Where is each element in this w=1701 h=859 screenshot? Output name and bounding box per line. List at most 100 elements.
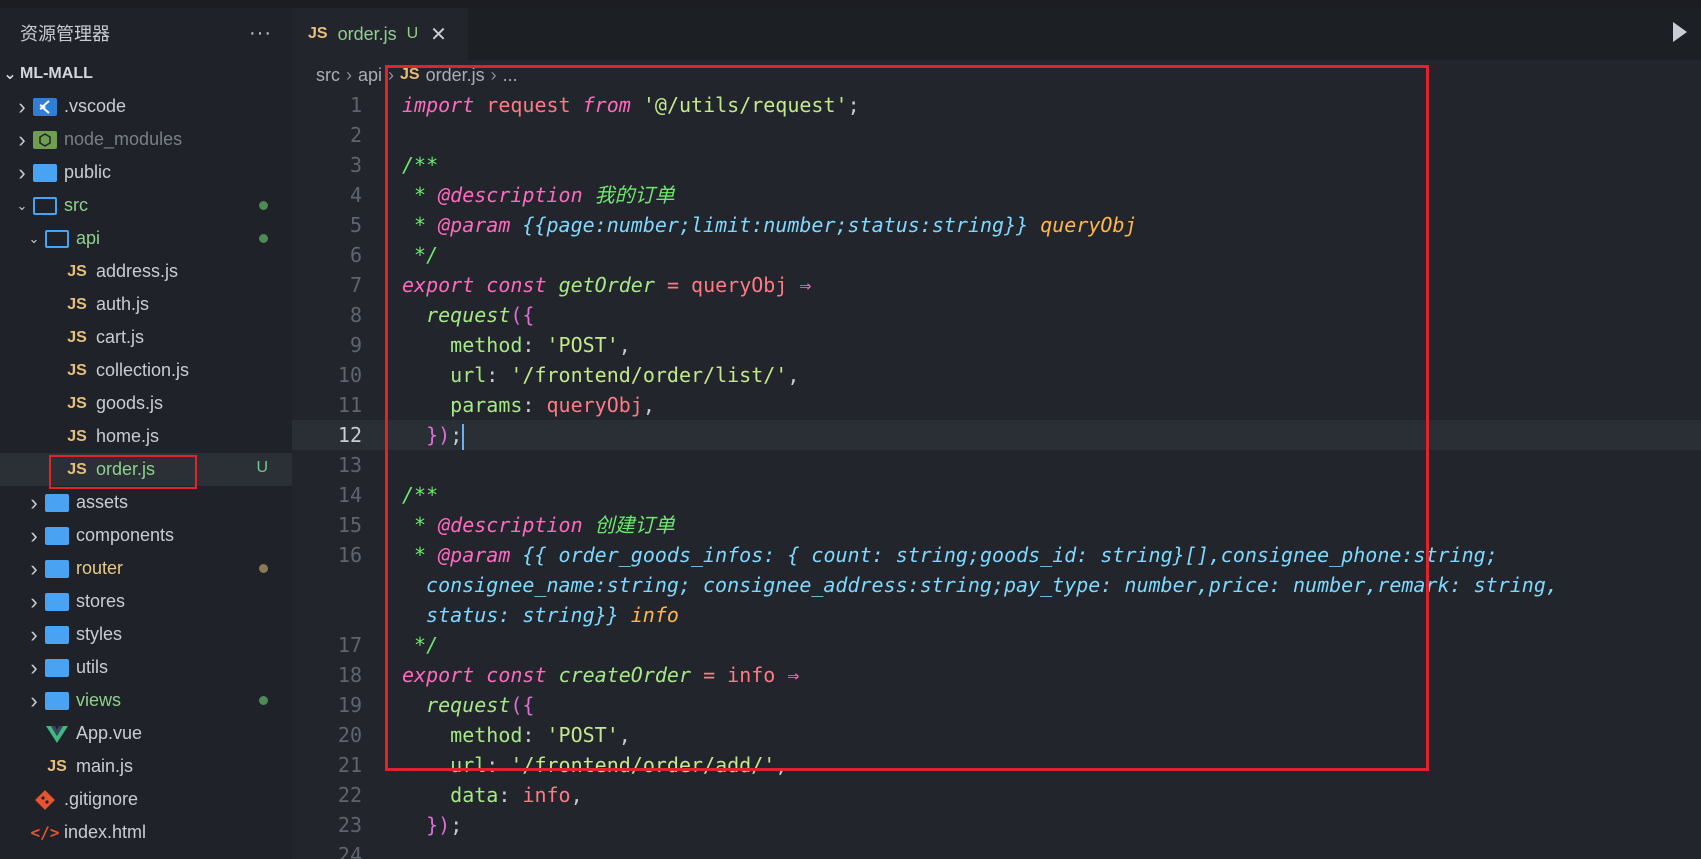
tree-item-stores[interactable]: › stores <box>0 585 292 618</box>
tree-item-index-html[interactable]: </> index.html <box>0 816 292 849</box>
code-text: * @param {{page:number;limit:number;stat… <box>402 210 1137 240</box>
tree-item-label: main.js <box>76 756 134 776</box>
code-line[interactable]: 7 export const getOrder = queryObj ⇒ <box>292 270 1701 300</box>
code-line[interactable]: 5 * @param {{page:number;limit:number;st… <box>292 210 1701 240</box>
tree-item-assets[interactable]: › assets <box>0 486 292 519</box>
breadcrumb-file[interactable]: order.js <box>426 65 485 86</box>
tree-item-api[interactable]: ⌄ api <box>0 222 292 255</box>
tree-item-components[interactable]: › components <box>0 519 292 552</box>
code-line[interactable]: 20 method: 'POST', <box>292 720 1701 750</box>
tree-item-home-js[interactable]: JS home.js <box>0 420 292 453</box>
tree-item-label: utils <box>76 657 109 677</box>
tree-item-utils[interactable]: › utils <box>0 651 292 684</box>
tree-item-node-modules[interactable]: › node_modules <box>0 123 292 156</box>
tree-item-cart-js[interactable]: JS cart.js <box>0 321 292 354</box>
line-number: 6 <box>349 243 362 267</box>
tree-item-public[interactable]: › public <box>0 156 292 189</box>
tree-item-styles[interactable]: › styles <box>0 618 292 651</box>
chevron-down-icon: ⌄ <box>3 66 17 83</box>
code-token: @param <box>438 543 511 567</box>
tree-item-label: styles <box>76 624 123 644</box>
code-text: }); <box>402 420 465 450</box>
chevron-right-icon: › <box>18 126 26 152</box>
line-number: 10 <box>337 363 362 387</box>
file-tree: › .vscode › node_modules › public ⌄ src ⌄ api JS ad… <box>0 90 292 849</box>
tree-item-address-js[interactable]: JS address.js <box>0 255 292 288</box>
tree-item-order-js[interactable]: JS order.js U <box>0 453 292 486</box>
text-cursor <box>462 423 465 450</box>
code-line[interactable]: 19 request({ <box>292 690 1701 720</box>
tree-item-goods-js[interactable]: JS goods.js <box>0 387 292 420</box>
tree-item-collection-js[interactable]: JS collection.js <box>0 354 292 387</box>
line-number: 20 <box>337 723 362 747</box>
code-line[interactable]: 1 import request from '@/utils/request'; <box>292 90 1701 120</box>
workspace-root[interactable]: ⌄ ML-MALL <box>0 58 292 90</box>
code-line[interactable]: 4 * @description 我的订单 <box>292 180 1701 210</box>
code-line[interactable]: 9 method: 'POST', <box>292 330 1701 360</box>
untracked-badge: U <box>406 25 419 42</box>
code-line[interactable]: 6 */ <box>292 240 1701 270</box>
tree-item-auth-js[interactable]: JS auth.js <box>0 288 292 321</box>
folder-icon <box>44 624 70 646</box>
tab-order-js[interactable]: JS order.js U ✕ <box>292 8 468 60</box>
code-line[interactable]: 14 /** <box>292 480 1701 510</box>
code-line[interactable]: 22 data: info, <box>292 780 1701 810</box>
tree-item-app-vue[interactable]: App.vue <box>0 717 292 750</box>
run-icon[interactable] <box>1673 22 1687 42</box>
code-token: from <box>582 93 631 117</box>
code-line[interactable]: 13 <box>292 450 1701 480</box>
code-text: }); <box>402 810 462 840</box>
code-text: * @description 我的订单 <box>402 180 675 210</box>
breadcrumb-symbol[interactable]: ... <box>503 65 518 86</box>
close-icon[interactable]: ✕ <box>430 22 447 47</box>
code-token: info <box>522 783 571 807</box>
tree-item-label: .vscode <box>64 96 127 116</box>
code-line[interactable]: 12 }); <box>292 420 1701 450</box>
tree-item-src[interactable]: ⌄ src <box>0 189 292 222</box>
code-token: ; <box>847 93 860 117</box>
code-text: url: '/frontend/order/add/', <box>402 750 787 780</box>
code-line[interactable]: consignee_name:string; consignee_address… <box>292 570 1701 600</box>
tree-item-vscode[interactable]: › .vscode <box>0 90 292 123</box>
tree-item-views[interactable]: › views <box>0 684 292 717</box>
code-editor[interactable]: 1 import request from '@/utils/request'; 2… <box>292 90 1701 859</box>
code-token: request <box>486 93 571 117</box>
line-number: 24 <box>337 843 362 859</box>
code-line[interactable]: 18 export const createOrder = info ⇒ <box>292 660 1701 690</box>
explorer-header: 资源管理器 ··· <box>0 8 292 58</box>
code-line[interactable]: 15 * @description 创建订单 <box>292 510 1701 540</box>
code-line[interactable]: 10 url: '/frontend/order/list/', <box>292 360 1701 390</box>
code-line[interactable]: 2 <box>292 120 1701 150</box>
code-token: '/frontend/order/list/' <box>510 363 788 387</box>
folder-icon <box>44 525 70 547</box>
chevron-right-icon: › <box>388 64 395 85</box>
js-icon: JS <box>67 394 87 412</box>
more-actions-icon[interactable]: ··· <box>249 22 272 45</box>
git-status-dot <box>259 234 268 243</box>
breadcrumb-api[interactable]: api <box>358 65 382 86</box>
code-line[interactable]: 11 params: queryObj, <box>292 390 1701 420</box>
code-line[interactable]: 21 url: '/frontend/order/add/', <box>292 750 1701 780</box>
breadcrumb-src[interactable]: src <box>316 65 340 86</box>
code-token: params <box>450 393 523 417</box>
code-token: ; <box>450 423 463 447</box>
code-token: @description <box>438 183 583 207</box>
tree-item-gitignore[interactable]: .gitignore <box>0 783 292 816</box>
tree-item-router[interactable]: › router <box>0 552 292 585</box>
code-line[interactable]: status: string}} info <box>292 600 1701 630</box>
chevron-right-icon: › <box>30 555 38 581</box>
code-line[interactable]: 17 */ <box>292 630 1701 660</box>
code-line[interactable]: 16 * @param {{ order_goods_infos: { coun… <box>292 540 1701 570</box>
code-line[interactable]: 3 /** <box>292 150 1701 180</box>
code-line[interactable]: 8 request({ <box>292 300 1701 330</box>
code-line[interactable]: 23 }); <box>292 810 1701 840</box>
tree-item-main-js[interactable]: JS main.js <box>0 750 292 783</box>
code-line[interactable]: 24 <box>292 840 1701 859</box>
code-token: ⇒ <box>799 273 812 297</box>
tree-item-label: router <box>76 558 124 578</box>
chevron-right-icon: › <box>30 588 38 614</box>
chevron-right-icon: › <box>30 621 38 647</box>
